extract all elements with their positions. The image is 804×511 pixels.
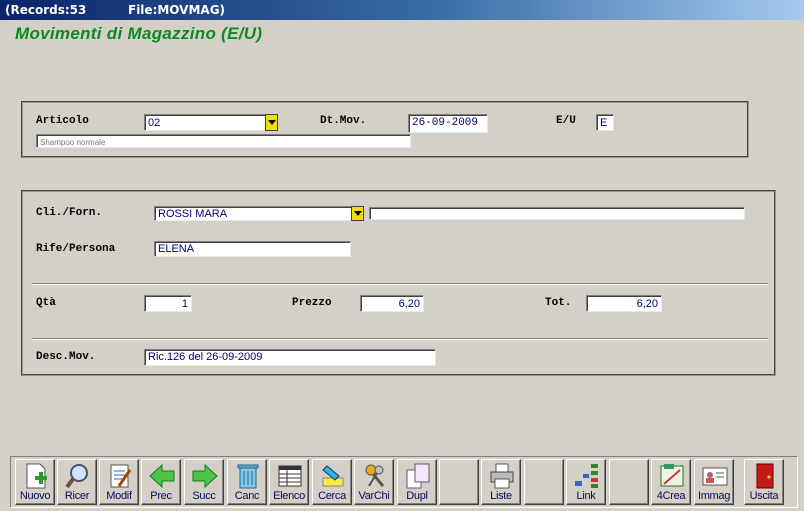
printer-icon	[490, 463, 514, 489]
canc-button[interactable]: Canc	[227, 459, 267, 505]
tot-field[interactable]: 6,20	[586, 295, 662, 312]
modif-label: Modif	[106, 490, 132, 502]
nuovo-button[interactable]: Nuovo	[15, 459, 55, 505]
articolo-code-field[interactable]: 02	[144, 114, 268, 131]
file-name: File:MOVMAG)	[128, 3, 226, 17]
tree-icon	[575, 464, 598, 488]
prezzo-label: Prezzo	[292, 297, 332, 309]
empty-toolbar-button[interactable]	[439, 459, 479, 505]
arrow-right-icon	[192, 463, 218, 489]
liste-label: Liste	[490, 490, 512, 502]
link-button[interactable]: Link	[566, 459, 606, 505]
highlight-icon	[322, 465, 344, 487]
succ-label: Succ	[192, 490, 216, 502]
dupl-button[interactable]: Dupl	[397, 459, 437, 505]
create-icon	[660, 464, 684, 487]
cerca-label: Cerca	[318, 490, 346, 502]
new-doc-icon	[26, 463, 47, 489]
ricer-label: Ricer	[64, 490, 90, 502]
trash-icon	[237, 464, 259, 489]
ricer-button[interactable]: Ricer	[57, 459, 97, 505]
records-count: (Records:53	[5, 3, 87, 17]
form-title: Movimenti di Magazzino (E/U)	[15, 24, 263, 43]
article-group	[21, 101, 749, 158]
divider	[32, 338, 768, 340]
prec-button[interactable]: Prec	[141, 459, 181, 505]
uscita-label: Uscita	[749, 490, 779, 502]
dupl-label: Dupl	[406, 490, 428, 502]
succ-button[interactable]: Succ	[184, 459, 224, 505]
empty-toolbar-button[interactable]	[609, 459, 649, 505]
empty-toolbar-button[interactable]	[524, 459, 564, 505]
dt-mov-label: Dt.Mov.	[320, 115, 367, 127]
prezzo-field[interactable]: 6,20	[360, 295, 424, 312]
exit-door-icon	[756, 463, 774, 489]
uscita-button[interactable]: Uscita	[744, 459, 784, 505]
prec-label: Prec	[150, 490, 172, 502]
id-card-icon	[702, 467, 728, 486]
immag-button[interactable]: Immag	[694, 459, 734, 505]
link-label: Link	[576, 490, 596, 502]
tot-label: Tot.	[545, 297, 572, 309]
varchi-button[interactable]: VarChi	[354, 459, 394, 505]
articolo-dropdown-button[interactable]	[265, 114, 278, 131]
chevron-down-icon	[353, 211, 362, 216]
keys-icon	[365, 464, 385, 487]
table-icon	[278, 465, 302, 487]
chevron-down-icon	[267, 120, 276, 125]
cli-forn-field[interactable]: ROSSI MARA	[154, 206, 354, 221]
crea-label: 4Crea	[656, 490, 686, 502]
varchi-label: VarChi	[358, 490, 390, 502]
rife-persona-field[interactable]: ELENA	[154, 241, 351, 257]
cli-forn-extra-field[interactable]	[369, 207, 745, 220]
copy-doc-icon	[406, 463, 430, 489]
search-magnifier-icon	[65, 464, 88, 489]
nuovo-label: Nuovo	[19, 490, 51, 502]
cli-forn-dropdown-button[interactable]	[351, 206, 364, 221]
elenco-label: Elenco	[273, 490, 305, 502]
edit-doc-icon	[110, 464, 132, 488]
modif-button[interactable]: Modif	[99, 459, 139, 505]
cli-forn-label: Cli./Forn.	[36, 207, 103, 219]
qta-field[interactable]: 1	[144, 295, 192, 312]
dt-mov-field[interactable]: 26-09-2009	[408, 114, 488, 133]
crea-button[interactable]: 4Crea	[651, 459, 691, 505]
qta-label: Qtà	[36, 297, 56, 309]
elenco-button[interactable]: Elenco	[269, 459, 309, 505]
articolo-description-field[interactable]: Shampoo normale	[36, 134, 411, 148]
articolo-label: Articolo	[36, 115, 89, 127]
liste-button[interactable]: Liste	[481, 459, 521, 505]
eu-label: E/U	[556, 115, 576, 127]
desc-mov-field[interactable]: Ric.126 del 26-09-2009	[144, 349, 436, 366]
window-titlebar: (Records:53 File:MOVMAG)	[0, 0, 804, 20]
eu-field[interactable]: E	[596, 114, 614, 131]
canc-label: Canc	[234, 490, 260, 502]
cerca-button[interactable]: Cerca	[312, 459, 352, 505]
arrow-left-icon	[149, 463, 175, 489]
immag-label: Immag	[697, 490, 731, 502]
divider	[32, 283, 768, 285]
rife-persona-label: Rife/Persona	[36, 243, 116, 255]
desc-mov-label: Desc.Mov.	[36, 351, 96, 363]
